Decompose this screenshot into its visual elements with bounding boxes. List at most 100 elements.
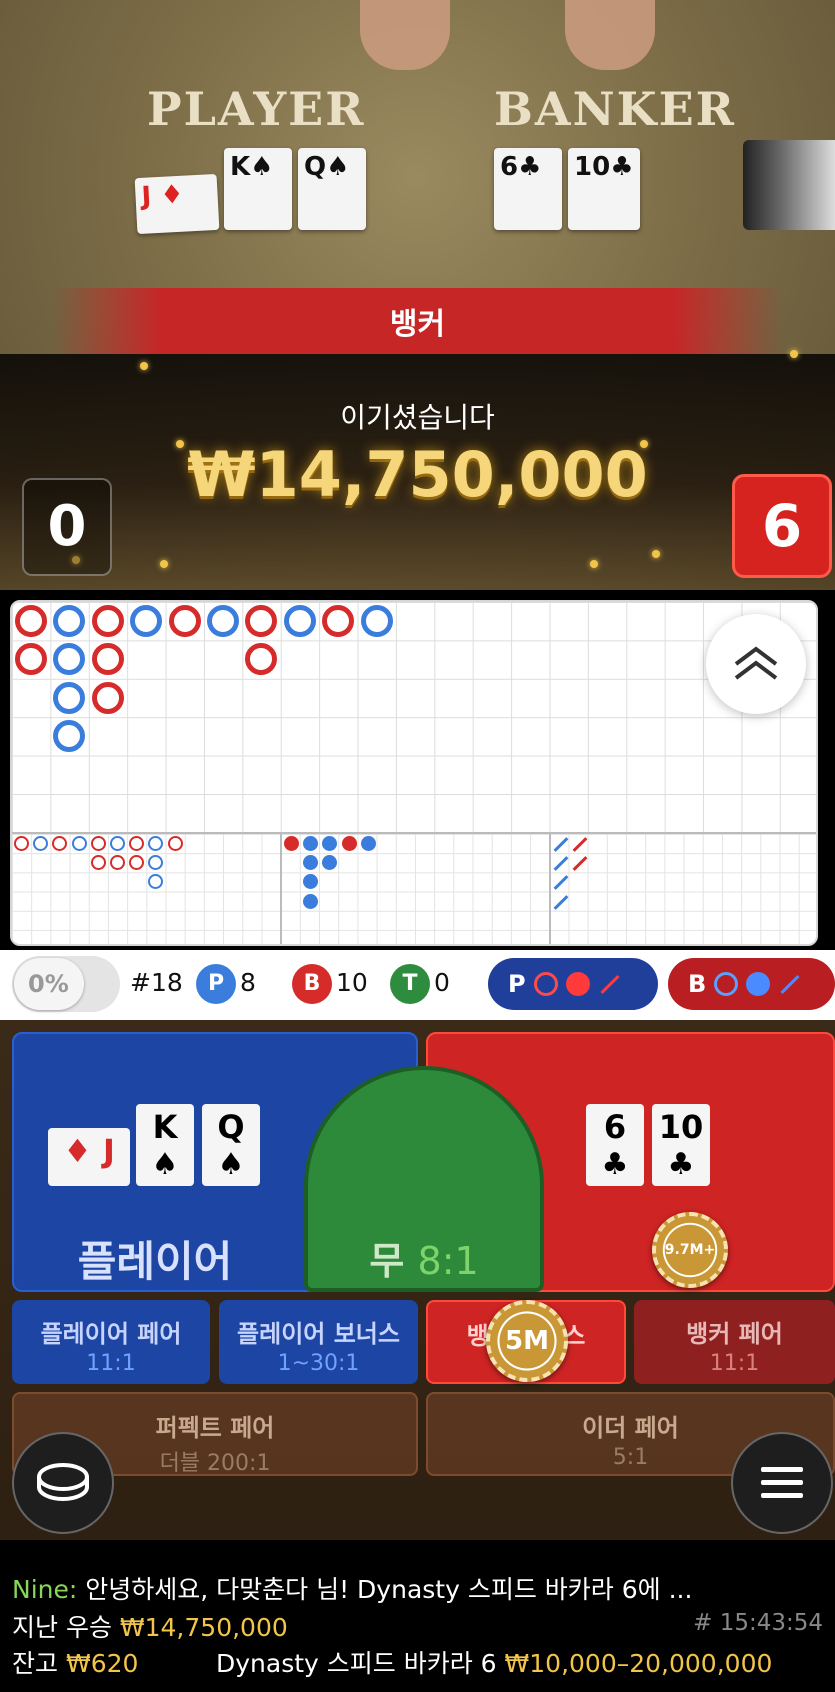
- big-eye-road-mark: [110, 855, 125, 871]
- road-map[interactable]: [10, 600, 818, 946]
- banker-score: 6: [732, 474, 832, 578]
- player-bonus-bet[interactable]: 플레이어 보너스 1~30:1: [219, 1300, 418, 1384]
- big-eye-road-mark: [90, 855, 106, 871]
- cockroach-road-mark: [553, 837, 569, 852]
- big-road-mark: [15, 643, 47, 676]
- collapse-roadmap-button[interactable]: [706, 614, 806, 714]
- dealer-hand-right: [565, 0, 655, 70]
- result-banner: 뱅커: [52, 288, 783, 354]
- big-eye-road-mark: [148, 836, 164, 851]
- big-road-mark: [168, 605, 201, 637]
- menu-button[interactable]: [731, 1432, 833, 1534]
- felt-player-label: PLAYER: [147, 82, 366, 136]
- big-road-mark: [360, 605, 393, 637]
- cockroach-road-mark: [553, 894, 569, 910]
- felt-card: K♠: [224, 148, 292, 230]
- chip-stack-button[interactable]: [12, 1432, 114, 1534]
- ring-icon: [533, 972, 558, 996]
- cockroach-road-mark: [572, 837, 588, 852]
- round-id: # 15:43:54: [693, 1610, 823, 1636]
- big-eye-road-mark: [148, 874, 164, 890]
- sparkle: [652, 550, 660, 558]
- big-road-mark: [207, 605, 239, 637]
- sparkle: [590, 560, 598, 568]
- big-road-mark: [130, 605, 163, 637]
- banker-bonus-chip: 5M: [486, 1300, 568, 1382]
- chat-message[interactable]: Nine: 안녕하세요, 다맞춘다 님! Dynasty 스피드 바카라 6에 …: [12, 1570, 692, 1606]
- predict-banker-button[interactable]: B: [668, 958, 835, 1010]
- felt-card: 6♣: [494, 148, 562, 230]
- big-eye-road-mark: [33, 836, 49, 851]
- big-eye-road-mark: [90, 836, 106, 851]
- road-divider: [280, 834, 282, 944]
- sparkle: [640, 440, 648, 448]
- cockroach-road-mark: [572, 856, 588, 872]
- big-eye-road-mark: [148, 855, 164, 871]
- win-text: 이기셨습니다: [340, 401, 495, 434]
- dealer-hand-left: [360, 0, 450, 70]
- big-road: [12, 602, 816, 832]
- balance: 잔고 ₩620: [12, 1649, 139, 1678]
- big-eye-road-mark: [129, 855, 145, 871]
- round-count: #18: [130, 968, 183, 997]
- sparkle: [176, 440, 184, 448]
- predict-player-button[interactable]: P: [488, 958, 658, 1010]
- tie-bet-label: 무 8:1: [369, 1239, 479, 1283]
- small-road-mark: [284, 836, 299, 851]
- banker-badge: B: [292, 964, 332, 1004]
- big-road-mark: [91, 643, 124, 676]
- big-eye-road-mark: [167, 836, 183, 851]
- percent-toggle[interactable]: 0%: [12, 956, 120, 1012]
- big-road-mark: [283, 605, 316, 637]
- small-road-mark: [303, 836, 319, 851]
- small-road-mark: [322, 836, 338, 851]
- player-bet-label: 플레이어: [77, 1237, 233, 1286]
- big-road-mark: [91, 605, 124, 637]
- cockroach-road-mark: [553, 856, 569, 872]
- banker-card: 6 ♣: [586, 1104, 644, 1186]
- player-score: 0: [22, 478, 112, 576]
- felt-card: 10♣: [568, 148, 640, 230]
- big-road-mark: [53, 605, 86, 637]
- hamburger-menu-icon: [761, 1467, 803, 1498]
- sparkle: [140, 362, 148, 370]
- big-road-mark: [245, 643, 278, 676]
- small-road-mark: [341, 836, 357, 851]
- stats-bar: 0% #18 P8 B 10 T0 P B: [0, 950, 835, 1020]
- player-card: ♦ J: [48, 1128, 130, 1186]
- felt-banker-label: BANKER: [494, 82, 736, 136]
- felt-banker-cards: 6♣ 10♣: [494, 148, 640, 230]
- small-road-mark: [303, 874, 319, 890]
- small-road-mark: [322, 855, 338, 871]
- tie-count: T0: [390, 964, 450, 1004]
- big-road-mark: [53, 681, 86, 714]
- percent-value: 0%: [28, 970, 69, 998]
- player-card: K ♠: [136, 1104, 194, 1186]
- dot-icon: [565, 972, 590, 996]
- big-road-mark: [245, 605, 278, 637]
- big-eye-road-mark: [52, 836, 68, 851]
- chat-text: 안녕하세요, 다맞춘다 님! Dynasty 스피드 바카라 6에 ...: [77, 1575, 693, 1604]
- big-road-mark: [15, 605, 47, 637]
- player-pair-bet[interactable]: 플레이어 페어 11:1: [12, 1300, 210, 1384]
- big-eye-road-mark: [110, 836, 125, 851]
- dot-icon: [746, 972, 771, 996]
- sparkle: [790, 350, 798, 358]
- banker-pair-bet[interactable]: 뱅커 페어 11:1: [634, 1300, 835, 1384]
- big-eye-road-mark: [71, 836, 87, 851]
- big-road-mark: [53, 643, 86, 676]
- player-badge: P: [196, 964, 236, 1004]
- card-shoe: [743, 140, 835, 230]
- small-road-mark: [360, 836, 376, 851]
- small-road-mark: [303, 893, 319, 909]
- chip-stack-icon: [37, 1463, 89, 1501]
- tie-badge: T: [390, 964, 430, 1004]
- road-divider: [549, 834, 551, 944]
- big-road-mark: [91, 681, 124, 714]
- win-amount: ₩14,750,000: [187, 438, 648, 511]
- big-eye-road-mark: [14, 836, 29, 851]
- big-eye-road-mark: [129, 836, 145, 851]
- derived-roads: [12, 832, 816, 944]
- small-road-mark: [303, 855, 319, 871]
- banker-bet-chip: 9.7M+: [652, 1212, 728, 1288]
